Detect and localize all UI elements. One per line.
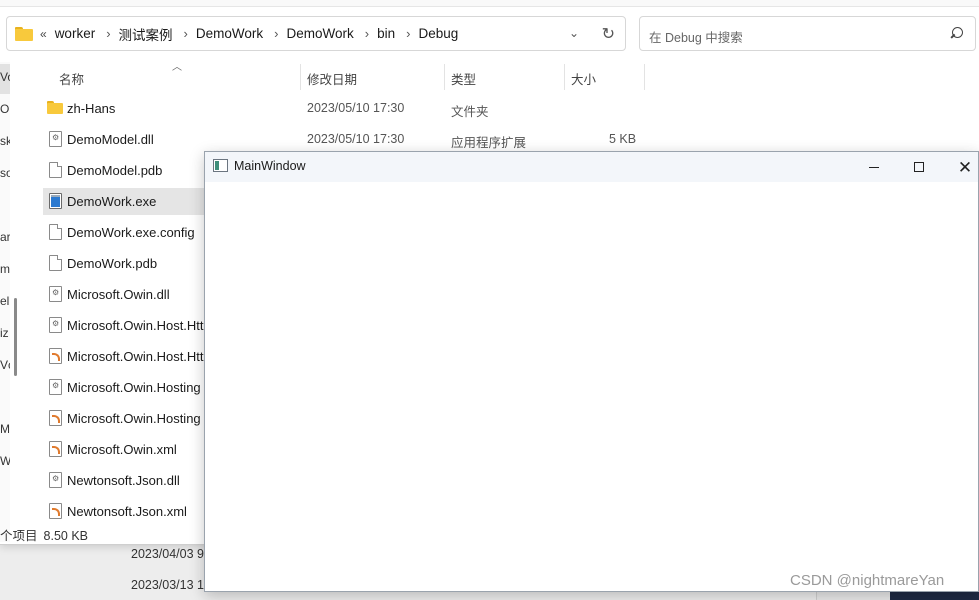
file-name: zh-Hans	[67, 101, 116, 116]
column-header-size[interactable]: 大小	[571, 69, 596, 88]
nav-item[interactable]: M	[0, 422, 10, 436]
chevron-down-icon[interactable]: ⌄	[569, 26, 579, 40]
nav-item[interactable]: ar	[0, 230, 10, 244]
file-name: Microsoft.Owin.Host.Htt	[67, 349, 204, 364]
column-header-name[interactable]: 名称	[59, 69, 84, 88]
dll-file-icon	[49, 472, 62, 488]
breadcrumb-demowork-sub[interactable]: DemoWork	[287, 26, 354, 41]
xml-file-icon	[49, 441, 62, 457]
window-title: MainWindow	[234, 159, 306, 173]
nav-scrollbar[interactable]	[14, 298, 17, 376]
file-row[interactable]: zh-Hans 2023/05/10 17:30 文件夹	[43, 95, 663, 122]
file-name: DemoModel.pdb	[67, 163, 163, 178]
main-window[interactable]: MainWindow ✕	[204, 151, 979, 592]
dll-file-icon	[49, 379, 62, 395]
minimize-button[interactable]	[851, 152, 897, 182]
file-name: DemoWork.exe.config	[67, 225, 195, 240]
file-date: 2023/05/10 17:30	[307, 101, 405, 115]
xml-file-icon	[49, 503, 62, 519]
xml-file-icon	[49, 410, 62, 426]
file-name: DemoWork.pdb	[67, 256, 158, 271]
dll-file-icon	[49, 286, 62, 302]
navigation-pane[interactable]: Vo OI sk so ar m el iz Vc M W	[0, 62, 10, 542]
search-placeholder: 在 Debug 中搜索	[649, 31, 743, 45]
folder-icon	[47, 101, 63, 114]
chevron-right-icon[interactable]: ›	[184, 26, 188, 41]
nav-item[interactable]: W	[0, 454, 10, 468]
breadcrumb-overflow[interactable]: «	[40, 27, 47, 41]
sort-ascending-icon: ︿	[172, 62, 182, 73]
nav-item[interactable]: iz	[0, 326, 10, 340]
nav-item[interactable]: el	[0, 294, 10, 308]
chevron-right-icon[interactable]: ›	[406, 26, 410, 41]
file-name: Microsoft.Owin.Hosting	[67, 411, 201, 426]
chevron-right-icon[interactable]: ›	[274, 26, 278, 41]
nav-item[interactable]: so	[0, 166, 10, 180]
file-name: Newtonsoft.Json.dll	[67, 473, 180, 488]
file-icon	[49, 224, 62, 240]
file-date: 2023/05/10 17:30	[307, 132, 405, 146]
selected-size: 8.50 KB	[43, 529, 88, 543]
file-name: DemoModel.dll	[67, 132, 154, 147]
dll-file-icon	[49, 317, 62, 333]
column-divider[interactable]	[300, 64, 301, 90]
chevron-right-icon[interactable]: ›	[365, 26, 369, 41]
nav-item[interactable]: sk	[0, 134, 10, 148]
column-divider[interactable]	[564, 64, 565, 90]
maximize-button[interactable]	[896, 152, 942, 182]
background-date: 2023/03/13 1	[131, 578, 204, 592]
breadcrumb-worker[interactable]: worker	[55, 26, 96, 41]
file-icon	[49, 255, 62, 271]
file-type: 文件夹	[451, 105, 489, 119]
breadcrumb-test-cases[interactable]: 测试案例	[119, 24, 173, 44]
title-bar[interactable]: MainWindow ✕	[205, 152, 978, 182]
nav-item[interactable]: Vo	[0, 70, 10, 84]
refresh-icon[interactable]: ↻	[602, 24, 615, 44]
breadcrumb-bin[interactable]: bin	[377, 26, 395, 41]
column-header-date[interactable]: 修改日期	[307, 69, 357, 88]
file-size: 5 KB	[609, 132, 637, 146]
app-icon	[213, 159, 228, 172]
explorer-top-edge	[0, 0, 979, 7]
file-type: 应用程序扩展	[451, 136, 527, 150]
close-button[interactable]: ✕	[942, 152, 979, 182]
file-name: Microsoft.Owin.Host.Htt	[67, 318, 204, 333]
background-date: 2023/04/03 9	[131, 547, 204, 561]
column-divider[interactable]	[644, 64, 645, 90]
column-header-type[interactable]: 类型	[451, 69, 476, 88]
nav-item[interactable]: Vc	[0, 358, 10, 372]
exe-file-icon	[49, 193, 62, 209]
file-name: Newtonsoft.Json.xml	[67, 504, 187, 519]
xml-file-icon	[49, 348, 62, 364]
address-bar[interactable]: « worker › 测试案例 › DemoWork › DemoWork › …	[6, 16, 626, 51]
close-icon: ✕	[957, 157, 973, 177]
file-name: Microsoft.Owin.Hosting	[67, 380, 201, 395]
file-name: DemoWork.exe	[67, 194, 157, 209]
status-bar: 个项目 8.50 KB	[0, 525, 88, 544]
minimize-icon	[869, 166, 879, 168]
file-name: Microsoft.Owin.dll	[67, 287, 170, 302]
watermark: CSDN @nightmareYan	[790, 572, 945, 589]
breadcrumb-demowork[interactable]: DemoWork	[196, 26, 263, 41]
file-row[interactable]: DemoModel.dll 2023/05/10 17:30 应用程序扩展 5 KB	[43, 126, 663, 153]
search-input[interactable]: 在 Debug 中搜索	[639, 16, 976, 51]
file-icon	[49, 162, 62, 178]
dll-file-icon	[49, 131, 62, 147]
folder-icon	[15, 26, 33, 41]
nav-item[interactable]: OI	[0, 102, 10, 116]
search-icon[interactable]	[950, 27, 963, 40]
column-divider[interactable]	[444, 64, 445, 90]
maximize-icon	[914, 162, 924, 172]
nav-item[interactable]: m	[0, 262, 10, 276]
chevron-right-icon[interactable]: ›	[106, 26, 110, 41]
item-count: 个项目	[0, 529, 38, 543]
file-name: Microsoft.Owin.xml	[67, 442, 177, 457]
breadcrumb-debug[interactable]: Debug	[418, 26, 458, 41]
